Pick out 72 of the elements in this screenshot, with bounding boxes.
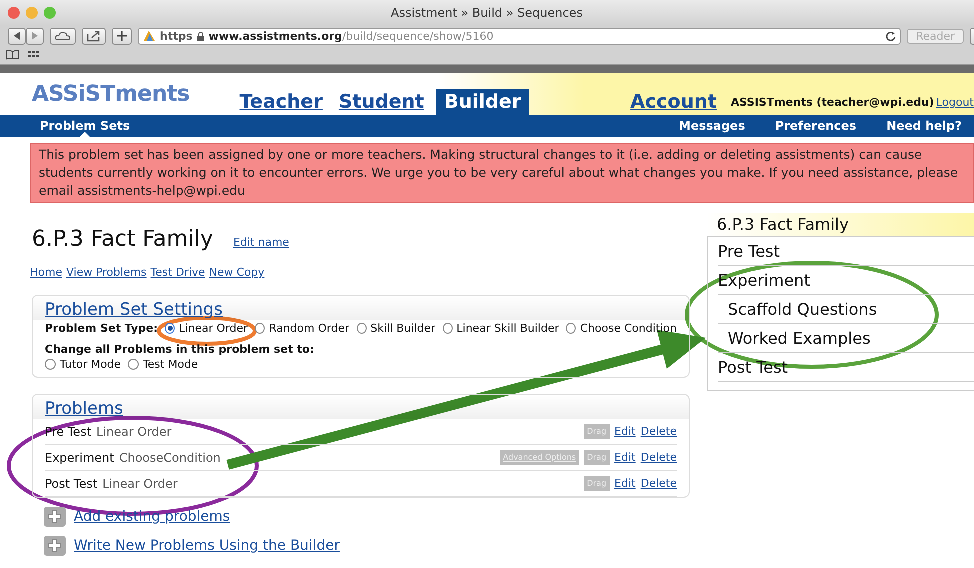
edit-link[interactable]: Edit bbox=[614, 425, 636, 438]
nav-item[interactable]: Problem Sets bbox=[40, 115, 130, 137]
nav-tab[interactable]: Teacher bbox=[236, 89, 327, 115]
back-button[interactable] bbox=[8, 28, 26, 44]
bookmarks-icon[interactable] bbox=[6, 50, 20, 60]
tree-item[interactable]: Worked Examples bbox=[718, 324, 974, 353]
cloud-icon bbox=[55, 31, 71, 41]
radio-label: Random Order bbox=[269, 322, 350, 335]
radio-button[interactable] bbox=[165, 323, 176, 334]
problem-name: Post Test bbox=[45, 476, 98, 490]
nav-tab[interactable]: Builder bbox=[436, 89, 530, 115]
share-button[interactable] bbox=[82, 28, 106, 44]
tree-item[interactable]: Experiment bbox=[718, 266, 974, 295]
forward-button[interactable] bbox=[26, 28, 44, 44]
radio-label: Linear Order bbox=[179, 322, 248, 335]
problem-type: Linear Order bbox=[102, 476, 178, 490]
problem-name: Experiment bbox=[45, 450, 114, 464]
nav-item[interactable]: Preferences bbox=[775, 115, 857, 137]
edit-link[interactable]: Edit bbox=[614, 477, 636, 490]
cloud-button[interactable] bbox=[50, 28, 76, 44]
problem-type: Linear Order bbox=[96, 424, 172, 438]
address-field[interactable]: https www.assistments.org/build/sequence/show/5160 bbox=[138, 28, 902, 44]
forward-icon bbox=[31, 32, 39, 40]
close-button[interactable] bbox=[8, 7, 20, 19]
nav-tab[interactable]: Student bbox=[334, 89, 428, 115]
share-icon bbox=[87, 30, 101, 42]
account-link[interactable]: Account bbox=[630, 91, 717, 113]
radio-label: Test Mode bbox=[143, 358, 198, 371]
nav-item[interactable]: Need help? bbox=[886, 115, 962, 137]
add-button[interactable] bbox=[44, 507, 66, 527]
user-label: ASSISTments (teacher@wpi.edu) bbox=[730, 96, 934, 109]
nav-link[interactable]: New Copy bbox=[209, 266, 265, 279]
plus-icon bbox=[117, 31, 127, 41]
edit-name-link[interactable]: Edit name bbox=[233, 236, 290, 249]
delete-link[interactable]: Delete bbox=[640, 477, 677, 490]
site-icon bbox=[143, 30, 156, 42]
tree-item[interactable]: Pre Test bbox=[718, 237, 974, 266]
nav-link[interactable]: View Problems bbox=[66, 266, 147, 279]
delete-link[interactable]: Delete bbox=[640, 425, 677, 438]
radio-label: Skill Builder bbox=[370, 322, 436, 335]
window-title: Assistment » Build » Sequences bbox=[391, 6, 583, 20]
edit-link[interactable]: Edit bbox=[614, 451, 636, 464]
nav-link[interactable]: Test Drive bbox=[150, 266, 206, 279]
plus-icon bbox=[48, 539, 62, 553]
add-link[interactable]: Write New Problems Using the Builder bbox=[74, 538, 340, 554]
radio-button[interactable] bbox=[442, 323, 453, 334]
nav-link[interactable]: Home bbox=[30, 266, 62, 279]
radio-label: Linear Skill Builder bbox=[456, 322, 560, 335]
add-button[interactable] bbox=[44, 536, 66, 556]
lock-icon bbox=[196, 32, 205, 40]
radio-label: Choose Condition bbox=[580, 322, 677, 335]
plus-icon bbox=[48, 510, 62, 524]
radio-button[interactable] bbox=[45, 359, 56, 370]
field-label: Change all Problems in this problem set to: bbox=[45, 343, 314, 356]
radio-label: Tutor Mode bbox=[60, 358, 122, 371]
field-label: Problem Set Type: bbox=[45, 322, 158, 335]
radio-button[interactable] bbox=[356, 323, 367, 334]
new-tab-button[interactable] bbox=[112, 28, 132, 44]
radio-button[interactable] bbox=[255, 323, 266, 334]
tree-item[interactable]: Scaffold Questions bbox=[718, 295, 974, 324]
warning-alert: This problem set has been assigned by one or more teachers. Making structural changes to it (i.e. adding or deleting assistments) can cause students currently working on it to encounter errors. We urge you to be very careful about what changes you make. If you need assistance, please email assistments-help@wpi.edu bbox=[30, 143, 974, 203]
back-icon bbox=[13, 32, 21, 40]
nav-item[interactable]: Messages bbox=[679, 115, 746, 137]
reload-icon[interactable] bbox=[886, 31, 896, 41]
radio-button[interactable] bbox=[128, 359, 140, 370]
problem-type: ChooseCondition bbox=[119, 450, 221, 464]
delete-link[interactable]: Delete bbox=[640, 451, 677, 464]
logout-link[interactable]: Logout bbox=[936, 96, 974, 109]
logo[interactable]: ASSiSTments bbox=[32, 82, 190, 107]
radio-button[interactable] bbox=[566, 323, 576, 334]
page-title: 6.P.3 Fact Family bbox=[32, 227, 214, 252]
grid-icon[interactable] bbox=[28, 50, 40, 60]
